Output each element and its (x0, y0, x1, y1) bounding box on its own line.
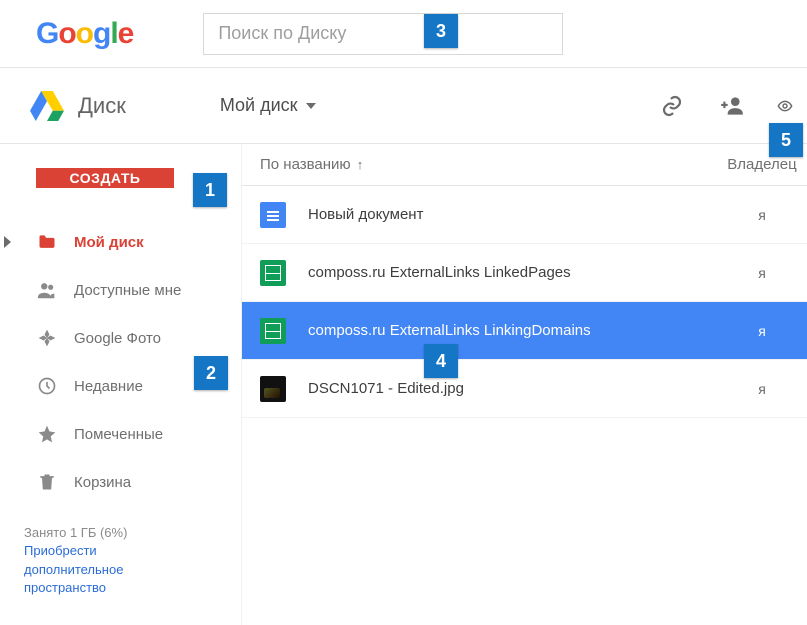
toolbar-right (657, 91, 807, 121)
file-name: Новый документ (308, 206, 717, 223)
file-row[interactable]: DSCN1071 - Edited.jpg я (242, 360, 807, 418)
sidebar-item-label: Google Фото (74, 330, 161, 347)
create-button[interactable]: СОЗДАТЬ (36, 168, 174, 188)
caret-down-icon (306, 103, 316, 109)
second-bar: Диск Мой диск (0, 68, 807, 144)
file-owner: я (717, 207, 807, 223)
shared-icon (36, 279, 58, 301)
file-owner: я (717, 265, 807, 281)
sidebar-item-shared[interactable]: Доступные мне (0, 266, 241, 314)
photos-icon (36, 327, 58, 349)
sidebar-item-label: Мой диск (74, 234, 144, 251)
drive-icon (30, 91, 64, 121)
owner-column-header[interactable]: Владелец (717, 156, 807, 173)
recent-icon (36, 375, 58, 397)
callout-5: 5 (769, 123, 803, 157)
callout-3: 3 (424, 14, 458, 48)
sort-label: По названию (260, 156, 351, 173)
sidebar-item-label: Помеченные (74, 426, 163, 443)
storage-footer: Занято 1 ГБ (6%) Приобрести дополнительн… (0, 506, 241, 625)
file-row[interactable]: composs.ru ExternalLinks LinkingDomains … (242, 302, 807, 360)
active-caret-icon (4, 236, 11, 248)
callout-4: 4 (424, 344, 458, 378)
file-name: DSCN1071 - Edited.jpg (308, 380, 717, 397)
search-input[interactable] (203, 13, 563, 55)
sidebar-item-label: Корзина (74, 474, 131, 491)
storage-used: Занято 1 ГБ (6%) (24, 524, 241, 542)
image-thumb-icon (260, 376, 286, 402)
file-row[interactable]: Новый документ я (242, 186, 807, 244)
drive-label: Диск (78, 93, 126, 119)
search-wrap (203, 13, 563, 55)
sidebar-item-label: Доступные мне (74, 282, 181, 299)
sort-asc-icon: ↑ (357, 157, 364, 172)
file-row[interactable]: composs.ru ExternalLinks LinkedPages я (242, 244, 807, 302)
file-name: composs.ru ExternalLinks LinkingDomains (308, 322, 717, 339)
top-bar: Google (0, 0, 807, 68)
file-owner: я (717, 381, 807, 397)
main: СОЗДАТЬ Мой диск Доступные мне Google Ф (0, 144, 807, 625)
file-owner: я (717, 323, 807, 339)
star-icon (36, 423, 58, 445)
storage-upgrade-link[interactable]: Приобрести дополнительное пространство (24, 542, 194, 597)
file-list: По названию ↑ Владелец Новый документ я … (242, 144, 807, 625)
google-logo: Google (36, 17, 133, 51)
breadcrumb[interactable]: Мой диск (220, 95, 316, 116)
add-user-icon[interactable] (717, 91, 747, 121)
breadcrumb-label: Мой диск (220, 95, 298, 116)
list-header: По названию ↑ Владелец (242, 144, 807, 186)
link-icon[interactable] (657, 91, 687, 121)
doc-icon (260, 202, 286, 228)
drive-logo[interactable]: Диск (30, 91, 126, 121)
sidebar-item-label: Недавние (74, 378, 143, 395)
sheet-icon (260, 260, 286, 286)
sidebar-item-trash[interactable]: Корзина (0, 458, 241, 506)
folder-icon (36, 231, 58, 253)
trash-icon (36, 471, 58, 493)
callout-1: 1 (193, 173, 227, 207)
sort-by-name[interactable]: По названию ↑ (260, 156, 717, 173)
sheet-icon (260, 318, 286, 344)
callout-2: 2 (194, 356, 228, 390)
file-name: composs.ru ExternalLinks LinkedPages (308, 264, 717, 281)
preview-icon[interactable] (777, 91, 793, 121)
sidebar-item-starred[interactable]: Помеченные (0, 410, 241, 458)
sidebar-item-my-drive[interactable]: Мой диск (0, 218, 241, 266)
